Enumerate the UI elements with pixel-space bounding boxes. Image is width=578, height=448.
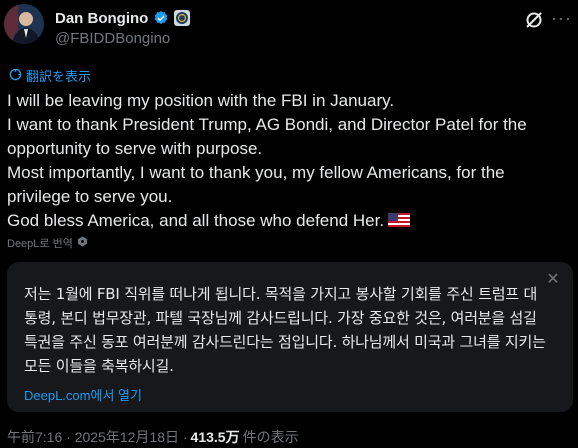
author-handle[interactable]: @FBIDDBongino	[55, 30, 170, 47]
tweet-line-last: God bless America, and all those who def…	[7, 209, 567, 233]
deepl-logo-icon	[77, 236, 88, 250]
deepl-credit[interactable]: DeepL로 번역	[7, 235, 88, 251]
open-in-deepl-link[interactable]: DeepL.com에서 열기	[24, 385, 142, 404]
show-translation-link[interactable]: 翻訳を表示	[9, 66, 91, 85]
tweet-meta: 午前7:16 · 2025年12月18日 · 413.5万 件の表示	[7, 427, 299, 447]
view-count: 413.5万	[190, 429, 240, 445]
tweet-text: I will be leaving my position with the F…	[7, 89, 567, 233]
tweet-line: privilege to serve you.	[7, 187, 173, 206]
verified-badge-icon[interactable]	[153, 10, 169, 26]
tweet-line-text: God bless America, and all those who def…	[7, 211, 385, 230]
affiliation-badge-icon[interactable]	[174, 10, 191, 26]
translate-icon	[9, 68, 22, 84]
view-count-label: 件の表示	[242, 429, 299, 445]
grok-icon[interactable]	[524, 10, 544, 30]
translation-panel: ✕ 저는 1월에 FBI 직위를 떠나게 됩니다. 목적을 가지고 봉사할 기회…	[7, 262, 573, 412]
tweet-line: I want to thank President Trump, AG Bond…	[7, 115, 527, 134]
tweet-line: opportunity to serve with purpose.	[7, 139, 263, 158]
translation-text: 저는 1월에 FBI 직위를 떠나게 됩니다. 목적을 가지고 봉사할 기회를 …	[24, 285, 546, 375]
more-options-icon[interactable]: ···	[551, 8, 572, 28]
avatar[interactable]	[4, 4, 44, 44]
us-flag-icon	[388, 213, 411, 227]
tweet-timestamp[interactable]: 午前7:16 · 2025年12月18日 ·	[7, 427, 188, 447]
author-display-name[interactable]: Dan Bongino	[55, 10, 148, 27]
tweet-line: I will be leaving my position with the F…	[7, 91, 395, 110]
deepl-credit-label: DeepL로 번역	[7, 238, 73, 250]
tweet-line: Most importantly, I want to thank you, m…	[7, 163, 505, 182]
author-name-row: Dan Bongino	[55, 8, 191, 28]
show-translation-label: 翻訳を表示	[26, 69, 92, 84]
